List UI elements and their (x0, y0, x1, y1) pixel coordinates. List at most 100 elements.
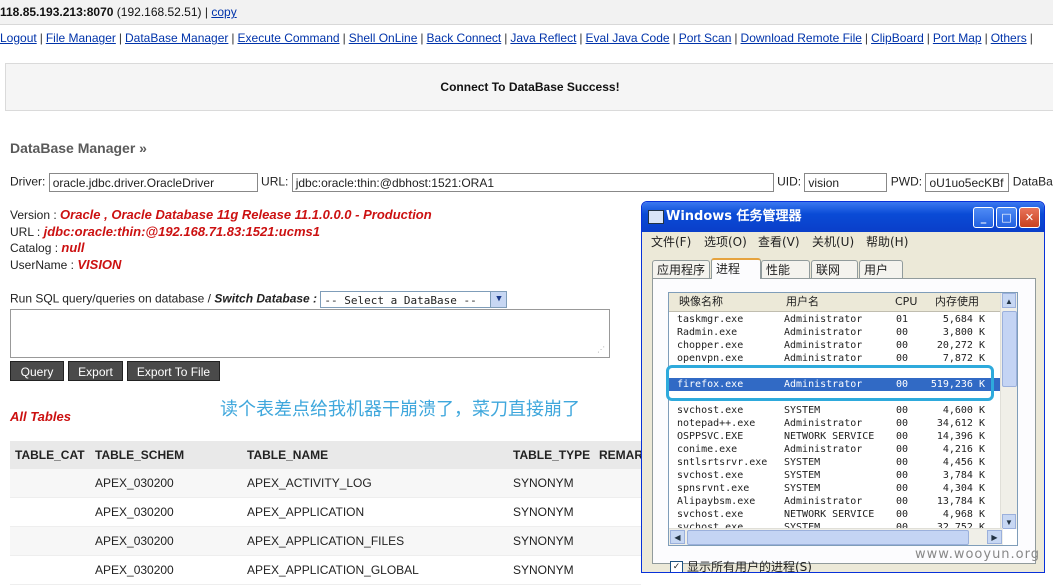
vertical-scrollbar[interactable]: ▲ ▼ (1000, 293, 1017, 529)
pwd-input[interactable]: oU1uo5ecKBf (925, 173, 1010, 192)
nav-link-back-connect[interactable]: Back Connect (427, 31, 502, 45)
nav-separator: | (734, 31, 738, 45)
process-row[interactable]: sntlsrtsrvr.exe SYSTEM 00 4,456 K (669, 456, 1003, 469)
nav-link-port-scan[interactable]: Port Scan (679, 31, 732, 45)
run-sql-label: Run SQL query/queries on database / (10, 291, 215, 306)
process-cell: 7,872 K (942, 353, 985, 364)
scroll-right-icon[interactable]: ▶ (987, 530, 1002, 544)
show-all-label: 显示所有用户的进程(S) (687, 560, 812, 573)
process-row[interactable]: openvpn.exe Administrator 00 7,872 K (669, 352, 1003, 365)
process-cell: notepad++.exe (677, 418, 756, 429)
maximize-icon[interactable]: □ (996, 207, 1017, 228)
column-header[interactable]: TABLE_TYPE (513, 441, 590, 469)
url-label: URL: (261, 174, 289, 189)
scrollbar-thumb[interactable] (687, 530, 969, 545)
scroll-down-icon[interactable]: ▼ (1002, 514, 1016, 529)
nav-link-database-manager[interactable]: DataBase Manager (125, 31, 228, 45)
version-value: Oracle , Oracle Database 11g Release 11.… (60, 207, 432, 222)
nav-link-execute-command[interactable]: Execute Command (238, 31, 340, 45)
table-cell: APEX_030200 (95, 505, 174, 519)
column-header[interactable]: 映像名称 (679, 293, 723, 311)
process-cell: 01 (896, 314, 909, 325)
process-cell: Administrator (784, 353, 863, 364)
uid-input[interactable]: vision (804, 173, 888, 192)
sql-query-input[interactable]: ⋰ (10, 309, 610, 358)
address-bar: 118.85.193.213:8070 (192.168.52.51) | co… (0, 0, 1053, 25)
process-row[interactable]: chopper.exe Administrator 00 20,272 K (669, 339, 1003, 352)
nav-link-eval-java-code[interactable]: Eval Java Code (586, 31, 670, 45)
process-row[interactable]: OSPPSVC.EXE NETWORK SERVICE 00 14,396 K (669, 430, 1003, 443)
driver-input[interactable]: oracle.jdbc.driver.OracleDriver (48, 173, 258, 192)
nav-link-logout[interactable]: Logout (0, 31, 37, 45)
checkbox[interactable]: ✓ (670, 561, 683, 572)
menu-item[interactable]: 选项(O) (704, 232, 747, 252)
window-titlebar[interactable]: Windows 任务管理器 _ □ ✕ (642, 202, 1044, 232)
process-cell: 4,600 K (942, 405, 985, 416)
export-button[interactable]: Export (68, 361, 123, 381)
copy-link[interactable]: copy (211, 5, 236, 19)
column-header[interactable]: TABLE_CAT (15, 441, 85, 469)
process-cell: Administrator (784, 418, 863, 429)
database-select[interactable]: -- Select a DataBase -- ▼ (320, 291, 508, 308)
tab[interactable]: 联网 (811, 260, 858, 278)
horizontal-scrollbar[interactable]: ◀ ▶ (669, 528, 1003, 545)
process-row[interactable]: Alipaybsm.exe Administrator 00 13,784 K (669, 495, 1003, 508)
column-header[interactable]: 用户名 (786, 293, 819, 311)
process-row[interactable]: conime.exe Administrator 00 4,216 K (669, 443, 1003, 456)
export-to-file-button[interactable]: Export To File (127, 361, 220, 381)
process-row[interactable]: taskmgr.exe Administrator 01 5,684 K (669, 313, 1003, 326)
uid-label: UID: (777, 174, 802, 189)
column-header[interactable]: CPU (895, 293, 917, 311)
column-header[interactable]: TABLE_SCHEM (95, 441, 184, 469)
nav-separator: | (342, 31, 346, 45)
process-cell: Alipaybsm.exe (677, 496, 756, 507)
tab[interactable]: 用户 (859, 260, 903, 278)
query-button[interactable]: Query (10, 361, 64, 381)
menu-item[interactable]: 查看(V) (758, 232, 800, 252)
nav-link-download-remote-file[interactable]: Download Remote File (741, 31, 862, 45)
nav-link-file-manager[interactable]: File Manager (46, 31, 116, 45)
tab[interactable]: 性能 (761, 260, 810, 278)
scroll-up-icon[interactable]: ▲ (1002, 293, 1016, 308)
process-row[interactable]: spnsrvnt.exe SYSTEM 00 4,304 K (669, 482, 1003, 495)
pwd-label: PWD: (890, 174, 923, 189)
url-input[interactable]: jdbc:oracle:thin:@dbhost:1521:ORA1 (291, 173, 774, 192)
resize-grip-icon[interactable]: ⋰ (597, 345, 607, 355)
tab[interactable]: 应用程序 (652, 260, 710, 278)
process-cell: 3,784 K (942, 470, 985, 481)
nav-link-clipboard[interactable]: ClipBoard (871, 31, 924, 45)
process-row[interactable]: svchost.exe SYSTEM 00 3,784 K (669, 469, 1003, 482)
process-row[interactable]: svchost.exe NETWORK SERVICE 00 4,968 K (669, 508, 1003, 521)
process-cell: OSPPSVC.EXE (677, 431, 744, 442)
close-icon[interactable]: ✕ (1019, 207, 1040, 228)
nav-link-others[interactable]: Others (991, 31, 1027, 45)
table-cell: SYNONYM (513, 563, 574, 577)
column-header[interactable]: REMAR (599, 441, 643, 469)
menu-item[interactable]: 帮助(H) (866, 232, 908, 252)
db-url-label: URL : (10, 224, 41, 239)
column-header[interactable]: 内存使用 (935, 293, 979, 311)
nav-separator: | (1029, 31, 1033, 45)
process-row[interactable]: svchost.exe SYSTEM 00 4,600 K (669, 404, 1003, 417)
tab[interactable]: 进程 (711, 258, 761, 279)
process-cell: conime.exe (677, 444, 738, 455)
nav-separator: | (672, 31, 676, 45)
nav-separator: | (579, 31, 583, 45)
scroll-left-icon[interactable]: ◀ (670, 530, 685, 544)
table-cell: SYNONYM (513, 534, 574, 548)
process-cell: 00 (896, 483, 909, 494)
chevron-down-icon[interactable]: ▼ (490, 292, 507, 307)
process-row[interactable]: Radmin.exe Administrator 00 3,800 K (669, 326, 1003, 339)
minimize-icon[interactable]: _ (973, 207, 994, 228)
scrollbar-thumb[interactable] (1002, 311, 1017, 387)
column-header[interactable]: TABLE_NAME (247, 441, 328, 469)
process-row[interactable]: notepad++.exe Administrator 00 34,612 K (669, 417, 1003, 430)
process-cell: Administrator (784, 327, 863, 338)
nav-link-port-map[interactable]: Port Map (933, 31, 982, 45)
menu-item[interactable]: 关机(U) (812, 232, 854, 252)
menu-item[interactable]: 文件(F) (651, 232, 691, 252)
nav-link-shell-online[interactable]: Shell OnLine (349, 31, 418, 45)
process-cell: taskmgr.exe (677, 314, 744, 325)
nav-link-java-reflect[interactable]: Java Reflect (510, 31, 576, 45)
process-cell: SYSTEM (784, 470, 821, 481)
